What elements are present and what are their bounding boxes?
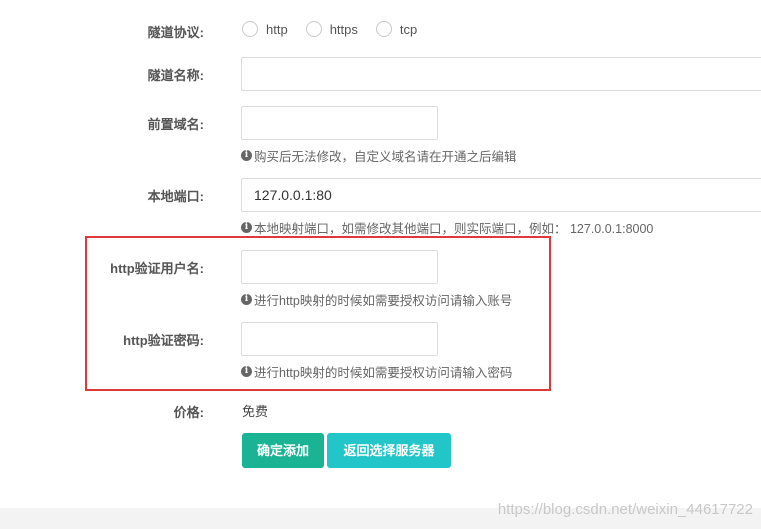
protocol-radio-group: http https tcp xyxy=(242,21,435,37)
radio-https-label: https xyxy=(329,21,358,37)
radio-http[interactable]: http xyxy=(242,21,288,37)
price-label: 价格: xyxy=(173,405,204,420)
http-user-help-text: 进行http映射的时候如需要授权访问请输入账号 xyxy=(254,294,513,308)
back-select-server-button[interactable]: 返回选择服务器 xyxy=(327,433,451,468)
prefix-domain-help-text: 购买后无法修改，自定义域名请在开通之后编辑 xyxy=(254,150,517,164)
local-port-help-text: 本地映射端口，如需修改其他端口，则实际端口，例如： 127.0.0.1:8000 xyxy=(254,222,654,236)
prefix-domain-input[interactable] xyxy=(241,106,438,140)
prefix-domain-help: i 购买后无法修改，自定义域名请在开通之后编辑 xyxy=(241,146,517,165)
http-user-help: i 进行http映射的时候如需要授权访问请输入账号 xyxy=(241,290,512,309)
protocol-label: 隧道协议: xyxy=(147,25,204,40)
http-user-label: http验证用户名: xyxy=(110,261,204,276)
price-value: 免费 xyxy=(242,404,269,419)
radio-tcp[interactable]: tcp xyxy=(375,21,418,37)
http-password-input[interactable] xyxy=(241,322,438,356)
local-port-label: 本地端口: xyxy=(147,189,204,204)
http-password-help: i 进行http映射的时候如需要授权访问请输入密码 xyxy=(241,362,512,381)
watermark: https://blog.csdn.net/weixin_44617722 xyxy=(497,501,753,518)
local-port-help: i 本地映射端口，如需修改其他端口，则实际端口，例如： 127.0.0.1:80… xyxy=(241,218,653,237)
radio-circle-icon[interactable] xyxy=(305,21,322,37)
http-password-help-text: 进行http映射的时候如需要授权访问请输入密码 xyxy=(254,366,513,380)
radio-circle-icon[interactable] xyxy=(375,21,392,37)
http-user-input[interactable] xyxy=(241,250,438,284)
radio-https[interactable]: https xyxy=(305,21,358,37)
info-icon: i xyxy=(241,366,252,377)
radio-tcp-label: tcp xyxy=(399,21,418,37)
radio-http-label: http xyxy=(266,21,288,37)
info-icon: i xyxy=(241,222,252,233)
info-icon: i xyxy=(241,150,252,161)
prefix-domain-label: 前置域名: xyxy=(147,117,204,132)
confirm-add-button[interactable]: 确定添加 xyxy=(242,433,324,468)
tunnel-name-label: 隧道名称: xyxy=(147,68,204,83)
radio-circle-icon[interactable] xyxy=(242,21,258,37)
http-password-label: http验证密码: xyxy=(123,333,204,348)
local-port-input[interactable]: 127.0.0.1:80 xyxy=(241,178,761,212)
info-icon: i xyxy=(241,294,252,305)
tunnel-name-input[interactable] xyxy=(241,57,761,91)
